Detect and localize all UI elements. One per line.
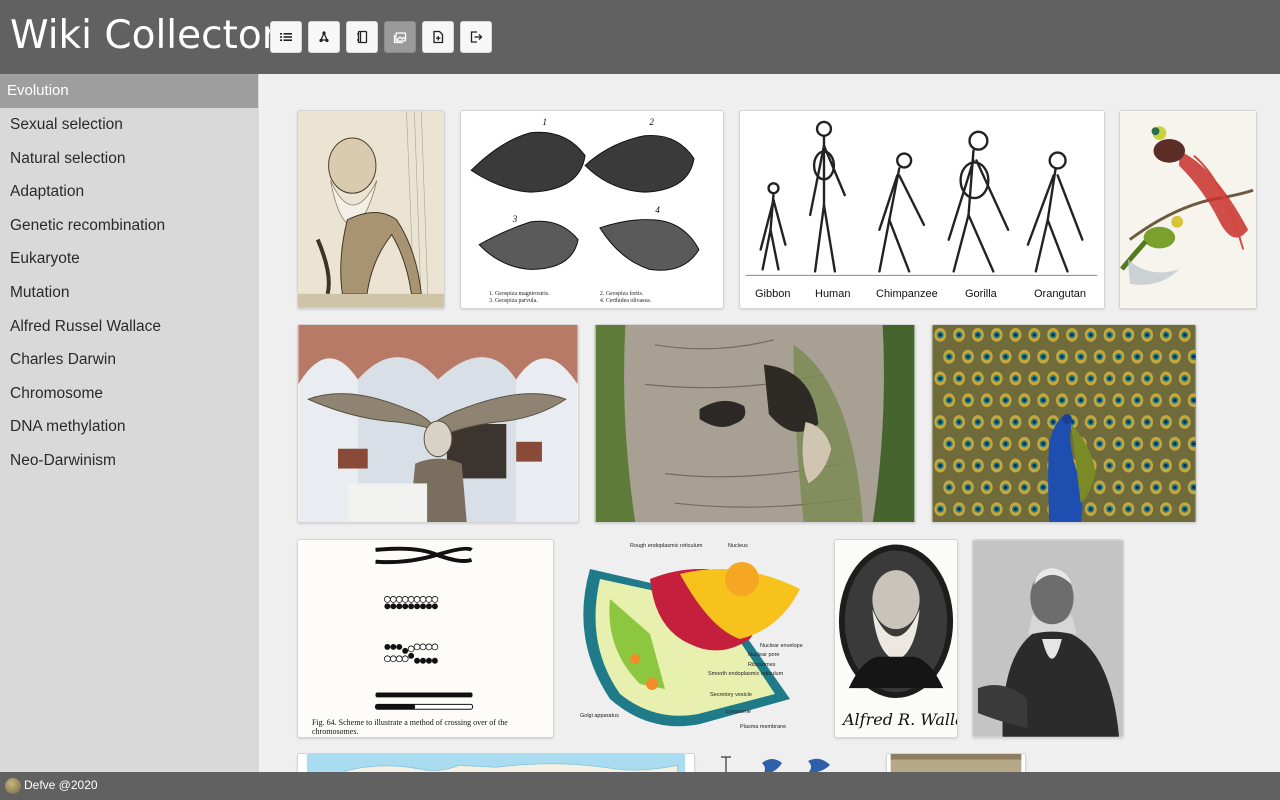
sidebar-item-eukaryote[interactable]: Eukaryote: [0, 242, 259, 276]
sidebar-item-mutation[interactable]: Mutation: [0, 276, 259, 310]
finch-number-3: 3: [512, 214, 518, 224]
book-view-button[interactable]: [346, 21, 378, 53]
gallery-image-darwin-ape-caricature[interactable]: [297, 110, 445, 309]
export-button[interactable]: [460, 21, 492, 53]
add-page-button[interactable]: [422, 21, 454, 53]
cell-label-secretory-vesicle: Secretory vesicle: [710, 692, 752, 698]
gallery-image-birds-of-paradise-illustration[interactable]: [1119, 110, 1257, 309]
skeleton-label-gorilla: Gorilla: [965, 288, 997, 300]
cell-label-nuclear-envelope: Nuclear envelope: [760, 643, 803, 649]
gallery-image-eukaryotic-cell-diagram[interactable]: Rough endoplasmic reticulum Nucleus Nucl…: [570, 539, 820, 738]
gallery-image-darwin-finches-drawing[interactable]: 1 2 3 4 1. Geospiza magnirostris. 3. Geo…: [460, 110, 724, 309]
cell-label-nuclear-pore: Nuclear pore: [748, 652, 780, 658]
list-view-button[interactable]: [270, 21, 302, 53]
cell-label-nucleus: Nucleus: [728, 543, 748, 549]
chromosome-figure-caption: Fig. 64. Scheme to illustrate a method o…: [312, 718, 508, 736]
gallery-image-alfred-russel-wallace-portrait[interactable]: Alfred R. Wallace: [834, 539, 958, 738]
status-bar: Defve @2020: [0, 772, 1280, 800]
app-title: Wiki Collector: [10, 13, 278, 58]
skeleton-label-chimpanzee: Chimpanzee: [876, 288, 938, 300]
cell-label-plasma-membrane: Plasma membrane: [740, 724, 786, 730]
skeleton-label-gibbon: Gibbon: [755, 288, 791, 300]
wallace-signature: Alfred R. Wallace: [843, 710, 957, 729]
gallery-image-primate-skeletons[interactable]: Gibbon Human Chimpanzee Gorilla Oranguta…: [739, 110, 1105, 309]
sidebar-item-natural-selection[interactable]: Natural selection: [0, 142, 259, 176]
cell-label-golgi: Golgi apparatus: [580, 713, 619, 719]
skeleton-label-human: Human: [815, 288, 851, 300]
toolbar: [270, 21, 492, 53]
sidebar: Evolution Sexual selection Natural selec…: [0, 74, 262, 772]
sidebar-item-genetic-recombination[interactable]: Genetic recombination: [0, 209, 259, 243]
sidebar-item-chromosome[interactable]: Chromosome: [0, 377, 259, 411]
gallery-image-charles-darwin-photo[interactable]: [972, 539, 1124, 738]
finch-caption-3: 3. Geospiza parvula.: [489, 298, 538, 304]
cell-label-smooth-er: Smooth endoplasmic reticulum: [708, 671, 784, 677]
gallery-image-sepia-photo-partial[interactable]: [886, 753, 1026, 772]
gallery-image-leaf-diagram-partial[interactable]: [710, 753, 850, 772]
sidebar-item-charles-darwin[interactable]: Charles Darwin: [0, 343, 259, 377]
finch-number-2: 2: [649, 117, 654, 127]
finch-caption-2: 2. Geospiza fortis.: [600, 290, 644, 297]
cell-label-lysosome: Lysosome: [726, 709, 751, 715]
finch-caption-1: 1. Geospiza magnirostris.: [489, 291, 550, 297]
graph-view-button[interactable]: [308, 21, 340, 53]
footer-copyright: Defve @2020: [24, 778, 98, 792]
gallery-view-button[interactable]: [384, 21, 416, 53]
gallery-image-peacock-display[interactable]: [931, 324, 1197, 523]
export-icon: [470, 31, 483, 43]
sidebar-item-sexual-selection[interactable]: Sexual selection: [0, 108, 259, 142]
skeleton-label-orangutan: Orangutan: [1034, 288, 1086, 300]
sidebar-title[interactable]: Evolution: [0, 74, 258, 108]
finch-number-4: 4: [655, 205, 660, 215]
gallery-icon: [393, 32, 407, 44]
add-page-icon: [433, 30, 444, 44]
sidebar-item-adaptation[interactable]: Adaptation: [0, 175, 259, 209]
sidebar-item-dna-methylation[interactable]: DNA methylation: [0, 410, 259, 444]
cell-label-ribosomes: Ribosomes: [748, 662, 776, 668]
sidebar-item-alfred-russel-wallace[interactable]: Alfred Russel Wallace: [0, 310, 259, 344]
cell-label-rough-er: Rough endoplasmic reticulum: [630, 543, 703, 549]
list-icon: [280, 33, 292, 41]
gallery-image-peppered-moths-on-bark[interactable]: [594, 324, 916, 523]
image-gallery: 1 2 3 4 1. Geospiza magnirostris. 3. Geo…: [265, 74, 1280, 772]
graph-icon: [319, 31, 329, 43]
gallery-image-chromosome-crossing-over-figure[interactable]: Fig. 64. Scheme to illustrate a method o…: [297, 539, 554, 738]
logo-icon: [5, 778, 21, 794]
gallery-image-world-map-partial[interactable]: [297, 753, 695, 772]
finch-number-1: 1: [543, 117, 547, 127]
book-icon: [357, 30, 368, 44]
finch-caption-4: 4. Certhidea olivasea.: [600, 298, 652, 304]
sidebar-item-neo-darwinism[interactable]: Neo-Darwinism: [0, 444, 259, 478]
gallery-image-irish-elk-skeleton[interactable]: [297, 324, 579, 523]
app-header: Wiki Collector: [0, 0, 1280, 74]
topic-list: Sexual selection Natural selection Adapt…: [0, 108, 259, 478]
